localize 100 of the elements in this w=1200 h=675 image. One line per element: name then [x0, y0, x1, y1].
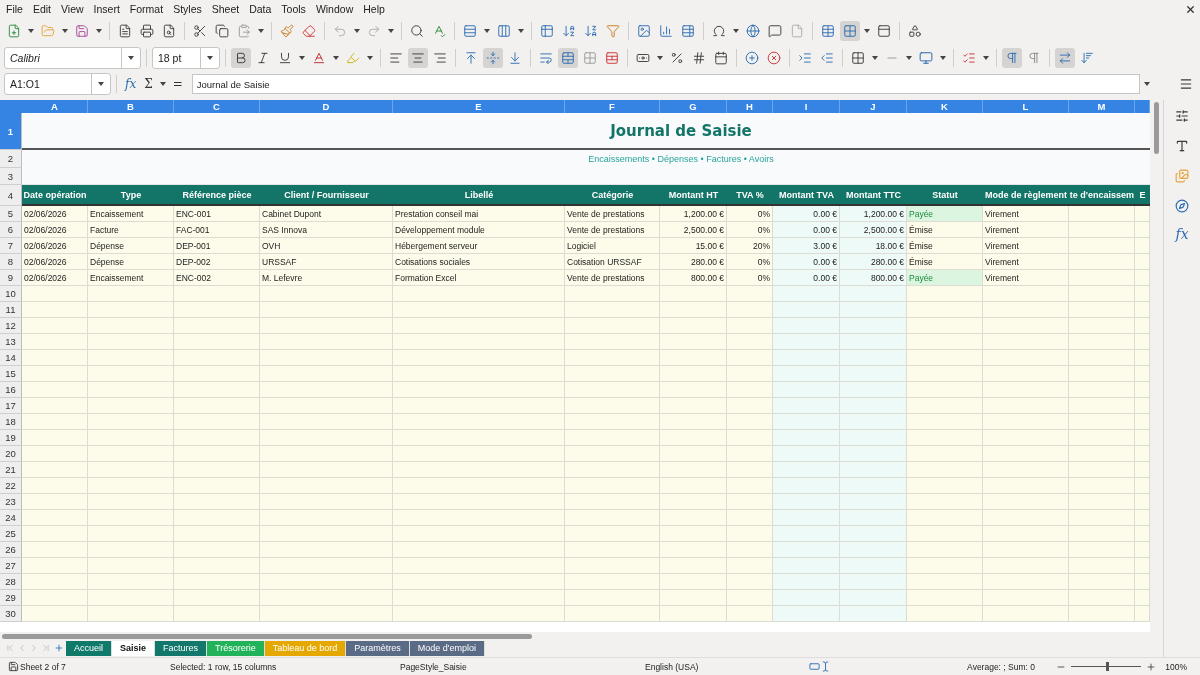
row-header[interactable]: 21	[0, 462, 22, 478]
sheet-tab[interactable]: Accueil	[66, 640, 112, 656]
row-header[interactable]: 25	[0, 526, 22, 542]
caret-icon[interactable]	[388, 28, 394, 33]
menu-item[interactable]: Styles	[173, 3, 208, 15]
column-header[interactable]: B	[88, 100, 174, 113]
caret-icon[interactable]	[62, 28, 68, 33]
caret-icon[interactable]	[299, 55, 305, 60]
menu-item[interactable]: Data	[249, 3, 278, 15]
caret-icon[interactable]	[159, 82, 166, 86]
caret-icon[interactable]	[367, 55, 373, 60]
caret-icon[interactable]	[940, 55, 946, 60]
freeze-icon[interactable]	[840, 20, 860, 41]
column-header[interactable]: G	[660, 100, 727, 113]
caret-icon[interactable]	[518, 28, 524, 33]
row-header[interactable]: 14	[0, 350, 22, 366]
row-header[interactable]: 18	[0, 414, 22, 430]
align-middle-button[interactable]	[483, 47, 503, 68]
row-header[interactable]: 9	[0, 270, 22, 286]
caret-icon[interactable]	[484, 28, 490, 33]
menu-item[interactable]: File	[6, 3, 29, 15]
align-center-button[interactable]	[408, 47, 428, 68]
menu-item[interactable]: Tools	[281, 3, 312, 15]
text-horizontal-button[interactable]	[1055, 47, 1075, 68]
caret-icon[interactable]	[333, 55, 339, 60]
sheet-tab[interactable]: Paramètres	[346, 640, 410, 656]
formula-button[interactable]: =	[169, 77, 186, 91]
row-header[interactable]: 8	[0, 254, 22, 270]
column-header[interactable]: A	[22, 100, 88, 113]
menu-item[interactable]: Format	[129, 3, 170, 15]
caret-icon[interactable]	[128, 55, 134, 60]
row-header[interactable]: 16	[0, 382, 22, 398]
font-size-field[interactable]: 18 pt	[152, 46, 220, 69]
caret-icon[interactable]	[354, 28, 360, 33]
caret-icon[interactable]	[1144, 82, 1150, 86]
menu-item[interactable]: Edit	[32, 3, 57, 15]
name-box[interactable]: A1:O1	[4, 73, 111, 95]
column-header[interactable]: C	[174, 100, 260, 113]
column-header[interactable]: F	[565, 100, 660, 113]
column-header[interactable]: E	[393, 100, 565, 113]
column-header[interactable]: M	[1069, 100, 1135, 113]
column-header[interactable]: K	[907, 100, 983, 113]
menu-item[interactable]: Insert	[93, 3, 126, 15]
functions-button[interactable]: fx	[1172, 226, 1192, 242]
merge-center-button[interactable]	[558, 47, 578, 68]
sum-button[interactable]: Σ	[141, 77, 156, 91]
row-header[interactable]: 15	[0, 366, 22, 382]
caret-icon[interactable]	[98, 82, 104, 86]
caret-icon[interactable]	[657, 55, 663, 60]
row-header[interactable]: 13	[0, 334, 22, 350]
column-header[interactable]: L	[983, 100, 1069, 113]
caret-icon[interactable]	[28, 28, 34, 33]
row-header[interactable]: 4	[0, 185, 22, 206]
caret-icon[interactable]	[906, 55, 912, 60]
menu-item[interactable]: Help	[363, 3, 391, 15]
row-header[interactable]: 11	[0, 302, 22, 318]
function-wizard-button[interactable]: fx	[122, 77, 140, 91]
menu-item[interactable]: View	[61, 3, 90, 15]
bold-button[interactable]	[231, 47, 251, 68]
table-cell: Virement	[983, 238, 1069, 254]
row-header[interactable]: 24	[0, 510, 22, 526]
column-header[interactable]: D	[260, 100, 393, 113]
row-header[interactable]: 19	[0, 430, 22, 446]
caret-icon[interactable]	[733, 28, 739, 33]
column-header[interactable]: I	[773, 100, 840, 113]
horizontal-scrollbar[interactable]	[2, 633, 532, 639]
row-header[interactable]: 20	[0, 446, 22, 462]
sheet-tab[interactable]: Factures	[155, 640, 208, 656]
sheet-tab[interactable]: Saisie	[112, 640, 156, 656]
menu-item[interactable]: Sheet	[211, 3, 246, 15]
font-name-field[interactable]: Calibri	[4, 46, 141, 69]
sheet-tab[interactable]: Mode d'emploi	[409, 640, 486, 656]
left-to-right-button[interactable]	[1002, 47, 1022, 68]
caret-icon[interactable]	[96, 28, 102, 33]
row-header[interactable]: 17	[0, 398, 22, 414]
row-header[interactable]: 3	[0, 168, 22, 185]
caret-icon[interactable]	[983, 55, 989, 60]
caret-icon[interactable]	[864, 28, 870, 33]
row-header[interactable]: 30	[0, 606, 22, 622]
row-header[interactable]: 22	[0, 478, 22, 494]
row-header[interactable]: 26	[0, 542, 22, 558]
row-header[interactable]: 10	[0, 286, 22, 302]
row-header[interactable]: 6	[0, 222, 22, 238]
column-header[interactable]: J	[840, 100, 907, 113]
caret-icon[interactable]	[207, 55, 213, 60]
row-header[interactable]: 27	[0, 558, 22, 574]
row-header[interactable]: 1	[0, 113, 22, 150]
row-header[interactable]: 28	[0, 574, 22, 590]
vertical-scrollbar[interactable]	[1154, 102, 1159, 154]
column-header[interactable]: H	[727, 100, 773, 113]
caret-icon[interactable]	[872, 55, 878, 60]
row-header[interactable]: 23	[0, 494, 22, 510]
menu-item[interactable]: Window	[315, 3, 360, 15]
formula-input[interactable]: Journal de Saisie	[191, 74, 1140, 94]
row-header[interactable]: 29	[0, 590, 22, 606]
row-header[interactable]: 5	[0, 206, 22, 222]
row-header[interactable]: 12	[0, 318, 22, 334]
row-header[interactable]: 2	[0, 150, 22, 168]
row-header[interactable]: 7	[0, 238, 22, 254]
caret-icon[interactable]	[258, 28, 264, 33]
